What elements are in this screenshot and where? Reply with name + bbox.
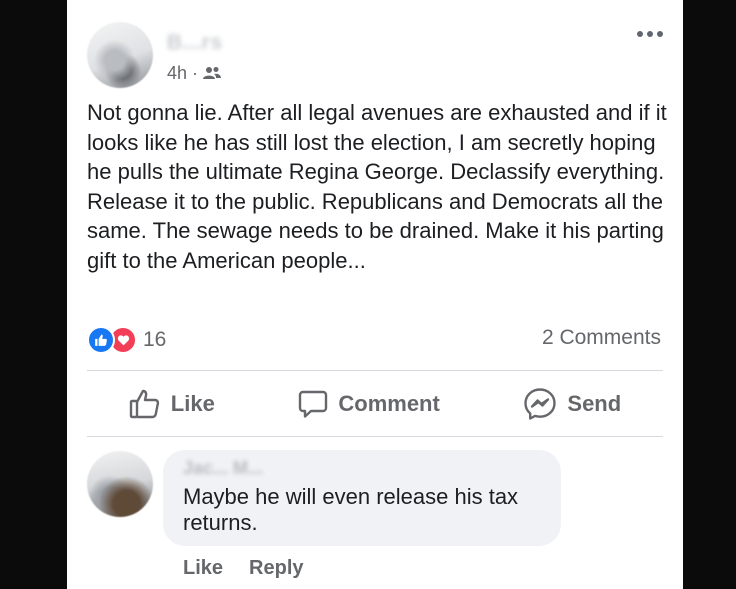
like-label: Like: [170, 391, 215, 416]
divider: [87, 436, 663, 437]
comment-actions: Like Reply: [183, 557, 304, 580]
comments-count-link[interactable]: 2 Comments: [542, 326, 661, 350]
send-button[interactable]: Send: [523, 387, 621, 421]
reaction-count: 16: [143, 328, 167, 351]
comment-button[interactable]: Comment: [298, 389, 440, 419]
comment-like-link[interactable]: Like: [183, 557, 223, 580]
send-label: Send: [567, 391, 622, 416]
comment-reply-link[interactable]: Reply: [249, 557, 303, 580]
meta-separator: ·: [192, 62, 199, 83]
post-text: Not gonna lie. After all legal avenues a…: [87, 100, 667, 273]
like-reaction-icon: [87, 326, 115, 354]
commenter-avatar[interactable]: [87, 451, 153, 517]
comment-text: Maybe he will even release his tax retur…: [183, 484, 519, 535]
commenter-name[interactable]: Jac... M...: [183, 458, 263, 479]
author-avatar[interactable]: [87, 22, 153, 88]
post-time[interactable]: 4h: [167, 63, 187, 84]
thumbs-up-icon: [129, 389, 159, 419]
comment-bubble: Jac... M... Maybe he will even release h…: [163, 450, 561, 546]
like-button[interactable]: Like: [129, 388, 215, 420]
post-actions-bar: Like Comment Send: [87, 371, 663, 437]
author-name[interactable]: B...rs: [167, 31, 223, 55]
post-meta: 4h ·: [167, 62, 222, 84]
comment-label: Comment: [338, 391, 440, 416]
post-card: B...rs 4h · Not gonna lie. After all leg…: [67, 0, 683, 589]
reactions-summary[interactable]: 16: [87, 326, 166, 354]
more-options-icon[interactable]: [637, 31, 663, 37]
friends-icon: [203, 67, 222, 79]
messenger-icon: [524, 388, 557, 420]
comment-icon: [299, 390, 328, 418]
